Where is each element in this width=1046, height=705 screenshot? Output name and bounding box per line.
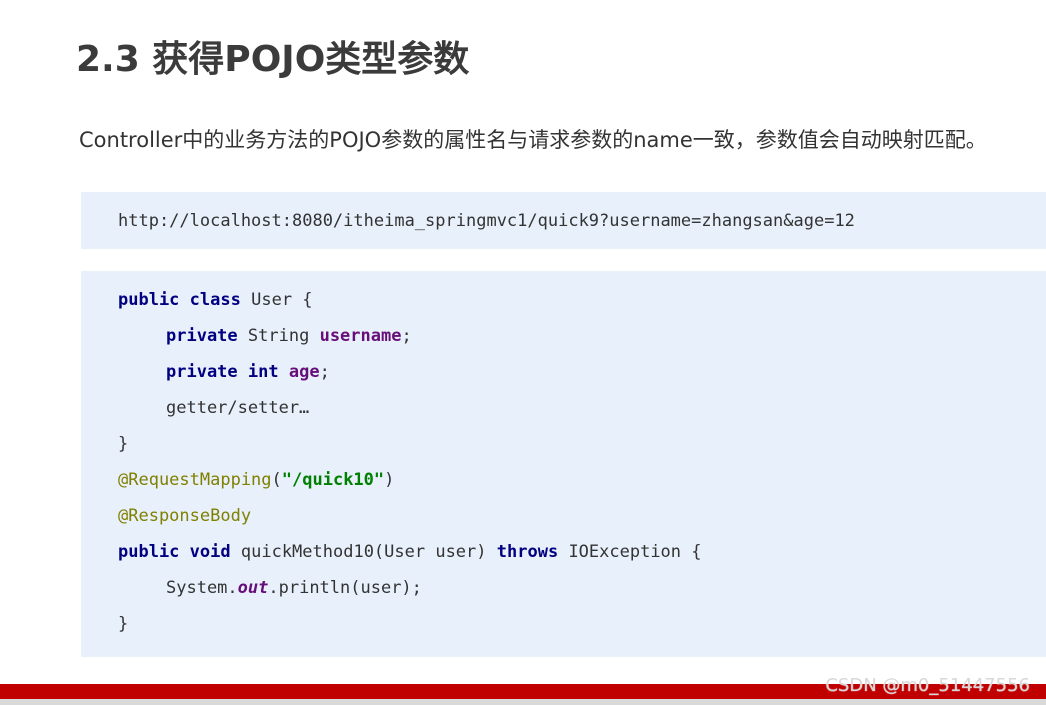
code-line-class-declaration: public class User { xyxy=(118,288,313,312)
method-signature: quickMethod10(User user) xyxy=(240,542,487,562)
type-string: String xyxy=(247,326,310,346)
static-field-out: out xyxy=(237,578,269,598)
watermark-text: CSDN @m0_51447556 xyxy=(825,675,1030,696)
code-line-println: System.out.println(user); xyxy=(118,576,422,600)
request-url: http://localhost:8080/itheima_springmvc1… xyxy=(118,211,855,231)
keyword-private: private xyxy=(166,326,238,346)
semicolon: ; xyxy=(401,326,412,346)
code-line-response-body: @ResponseBody xyxy=(118,504,251,528)
println-call: .println(user); xyxy=(268,578,422,598)
field-age: age xyxy=(288,362,320,382)
close-paren: ) xyxy=(384,470,395,490)
annotation-request-mapping: @RequestMapping xyxy=(118,470,272,490)
code-line-method-signature: public void quickMethod10(User user) thr… xyxy=(118,540,702,564)
description-text: Controller中的业务方法的POJO参数的属性名与请求参数的name一致，… xyxy=(79,128,987,152)
string-mapping-path: "/quick10" xyxy=(281,470,385,490)
code-line-method-close: } xyxy=(118,614,129,634)
code-line-getter-setter: getter/setter… xyxy=(166,398,310,418)
field-username: username xyxy=(319,326,402,346)
keyword-private: private xyxy=(166,362,238,382)
annotation-response-body: @ResponseBody xyxy=(118,506,252,526)
class-name: User { xyxy=(251,290,313,310)
exception-type: IOException { xyxy=(568,542,702,562)
url-code-block: http://localhost:8080/itheima_springmvc1… xyxy=(81,192,1046,249)
keyword-void: void xyxy=(189,542,231,562)
footer-shadow xyxy=(0,699,1046,705)
keyword-int: int xyxy=(247,362,279,382)
page-title: 2.3 获得POJO类型参数 xyxy=(76,39,470,80)
open-paren: ( xyxy=(271,470,282,490)
keyword-public: public xyxy=(118,290,180,310)
keyword-class: class xyxy=(189,290,241,310)
semicolon: ; xyxy=(319,362,330,382)
keyword-throws: throws xyxy=(496,542,559,562)
system-class: System. xyxy=(166,578,238,598)
code-line-age-field: private int age; xyxy=(118,360,330,384)
java-code-block: public class User { private String usern… xyxy=(81,271,1046,657)
code-line-class-close: } xyxy=(118,434,129,454)
code-line-request-mapping: @RequestMapping("/quick10") xyxy=(118,468,394,492)
keyword-public: public xyxy=(118,542,180,562)
code-line-username-field: private String username; xyxy=(118,324,412,348)
